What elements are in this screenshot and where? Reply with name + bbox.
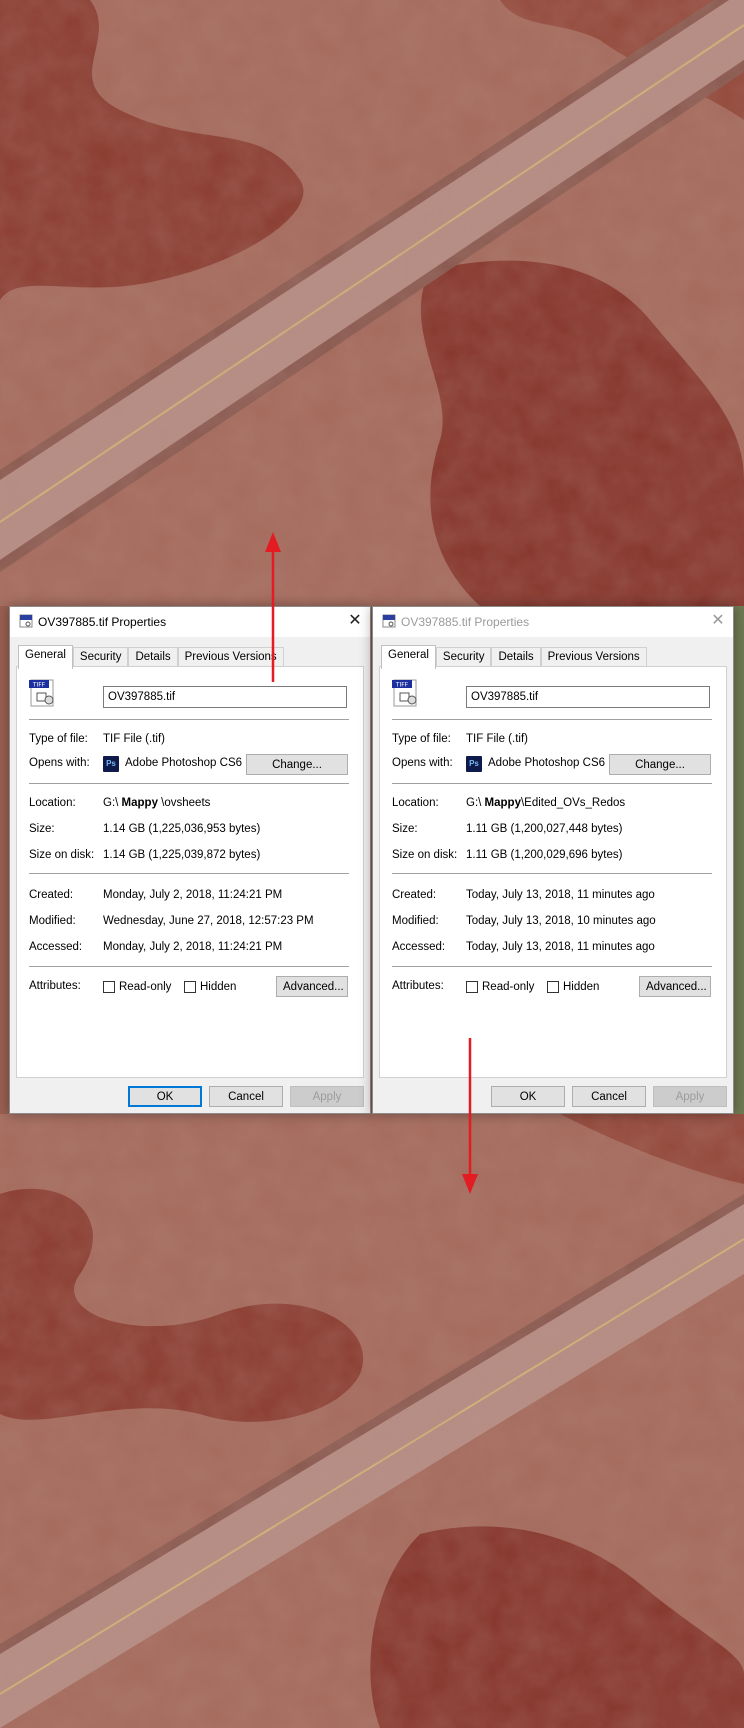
hidden-checkbox[interactable]: [184, 981, 196, 993]
opens-with-label: Opens with:: [29, 757, 90, 769]
separator: [392, 873, 712, 874]
tab-bar: General Security Details Previous Versio…: [18, 645, 284, 669]
tab-details[interactable]: Details: [128, 647, 178, 668]
aerial-photo-bottom: [0, 1114, 744, 1728]
created-label: Created:: [29, 889, 74, 901]
close-icon[interactable]: ✕: [703, 607, 733, 637]
size-label: Size:: [29, 823, 55, 835]
properties-dialog-original: OV397885.tif Properties ✕ General Securi…: [9, 606, 371, 1114]
modified-value: Wednesday, June 27, 2018, 12:57:23 PM: [103, 915, 314, 927]
tiff-file-icon: TIFF: [29, 679, 54, 707]
tab-bar: General Security Details Previous Versio…: [381, 645, 647, 669]
accessed-label: Accessed:: [29, 941, 83, 953]
apply-button[interactable]: Apply: [653, 1086, 727, 1107]
advanced-button[interactable]: Advanced...: [639, 976, 711, 997]
title-bar: OV397885.tif Properties ✕: [10, 607, 370, 637]
separator: [29, 873, 349, 874]
advanced-button[interactable]: Advanced...: [276, 976, 348, 997]
aerial-photo-top: [0, 0, 744, 606]
created-value: Today, July 13, 2018, 11 minutes ago: [466, 889, 655, 901]
window-title: OV397885.tif Properties: [401, 615, 530, 629]
tab-general[interactable]: General: [18, 645, 73, 669]
window-title: OV397885.tif Properties: [38, 615, 167, 629]
cancel-button[interactable]: Cancel: [572, 1086, 646, 1107]
ok-button[interactable]: OK: [491, 1086, 565, 1107]
attributes-label: Attributes:: [29, 980, 81, 992]
accessed-value: Today, July 13, 2018, 11 minutes ago: [466, 941, 655, 953]
separator: [392, 719, 712, 720]
size-on-disk-value: 1.14 GB (1,225,039,872 bytes): [103, 849, 261, 861]
ok-button[interactable]: OK: [128, 1086, 202, 1107]
tiff-badge-text: TIFF: [32, 682, 46, 689]
size-on-disk-value: 1.11 GB (1,200,029,696 bytes): [466, 849, 623, 861]
size-value: 1.14 GB (1,225,036,953 bytes): [103, 823, 261, 835]
photoshop-icon: Ps: [466, 756, 482, 772]
accessed-label: Accessed:: [392, 941, 446, 953]
cancel-button[interactable]: Cancel: [209, 1086, 283, 1107]
photoshop-icon: Ps: [103, 756, 119, 772]
arrow-down-icon: [462, 1038, 478, 1194]
opens-with-label: Opens with:: [392, 757, 453, 769]
separator: [29, 719, 349, 720]
change-button[interactable]: Change...: [246, 754, 348, 775]
filename-input[interactable]: [103, 686, 347, 708]
properties-dialog-edited: OV397885.tif Properties ✕ General Securi…: [372, 606, 734, 1114]
type-value: TIF File (.tif): [466, 733, 528, 745]
location-label: Location:: [392, 797, 439, 809]
apply-button[interactable]: Apply: [290, 1086, 364, 1107]
filename-input[interactable]: [466, 686, 710, 708]
file-properties-icon: [382, 614, 396, 628]
tiff-file-icon: TIFF: [392, 679, 417, 707]
general-tab-panel: TIFF Type of file: TIF File (.tif) Opens…: [379, 666, 727, 1078]
location-label: Location:: [29, 797, 76, 809]
tab-security[interactable]: Security: [72, 647, 129, 668]
general-tab-panel: TIFF Type of file: TIF File (.tif) Opens…: [16, 666, 364, 1078]
type-label: Type of file:: [392, 733, 451, 745]
modified-label: Modified:: [29, 915, 76, 927]
size-value: 1.11 GB (1,200,027,448 bytes): [466, 823, 623, 835]
tiff-badge-text: TIFF: [395, 682, 409, 689]
tab-security[interactable]: Security: [435, 647, 492, 668]
tab-general[interactable]: General: [381, 645, 436, 669]
hidden-checkbox[interactable]: [547, 981, 559, 993]
type-value: TIF File (.tif): [103, 733, 165, 745]
type-label: Type of file:: [29, 733, 88, 745]
title-bar: OV397885.tif Properties ✕: [373, 607, 733, 637]
readonly-checkbox[interactable]: [466, 981, 478, 993]
change-button[interactable]: Change...: [609, 754, 711, 775]
size-label: Size:: [392, 823, 418, 835]
tab-previous-versions[interactable]: Previous Versions: [540, 647, 647, 668]
location-value: G:\ Mappy \ovsheets: [103, 797, 211, 809]
tab-details[interactable]: Details: [491, 647, 541, 668]
separator: [29, 966, 349, 967]
hidden-label: Hidden: [200, 981, 237, 993]
created-value: Monday, July 2, 2018, 11:24:21 PM: [103, 889, 283, 901]
file-properties-icon: [19, 614, 33, 628]
separator: [392, 783, 712, 784]
modified-value: Today, July 13, 2018, 10 minutes ago: [466, 915, 656, 927]
created-label: Created:: [392, 889, 437, 901]
size-on-disk-label: Size on disk:: [392, 849, 458, 861]
readonly-label: Read-only: [482, 981, 535, 993]
close-icon[interactable]: ✕: [340, 607, 370, 637]
separator: [29, 783, 349, 784]
opens-with-app: Adobe Photoshop CS6: [488, 757, 606, 769]
hidden-label: Hidden: [563, 981, 600, 993]
modified-label: Modified:: [392, 915, 439, 927]
accessed-value: Monday, July 2, 2018, 11:24:21 PM: [103, 941, 283, 953]
readonly-checkbox[interactable]: [103, 981, 115, 993]
readonly-label: Read-only: [119, 981, 172, 993]
opens-with-app: Adobe Photoshop CS6: [125, 757, 243, 769]
location-value: G:\ Mappy\Edited_OVs_Redos: [466, 797, 626, 809]
separator: [392, 966, 712, 967]
arrow-up-icon: [265, 532, 281, 682]
size-on-disk-label: Size on disk:: [29, 849, 95, 861]
attributes-label: Attributes:: [392, 980, 444, 992]
